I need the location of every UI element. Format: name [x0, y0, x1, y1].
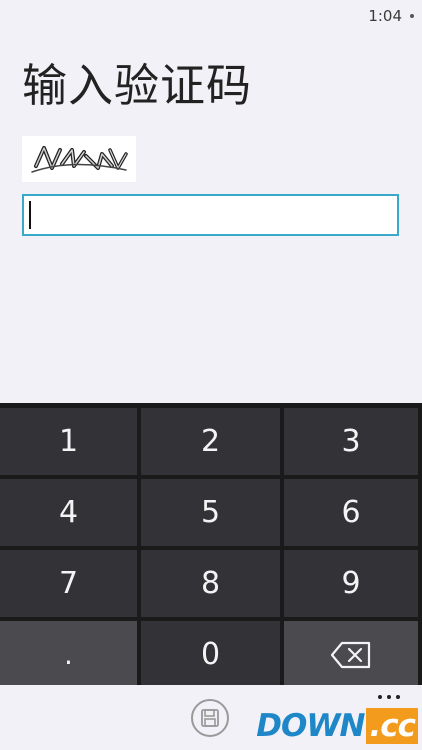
key-8[interactable]: 8: [141, 550, 280, 617]
key-3[interactable]: 3: [284, 408, 418, 475]
more-dot: [378, 695, 382, 699]
key-4[interactable]: 4: [0, 479, 137, 546]
app-bar: DOWN .cc: [0, 685, 422, 750]
key-2[interactable]: 2: [141, 408, 280, 475]
backspace-icon: [330, 641, 371, 668]
verification-code-input[interactable]: [22, 194, 399, 236]
status-bar: 1:04: [0, 0, 422, 30]
status-time: 1:04: [368, 7, 402, 25]
page-title: 输入验证码: [22, 59, 253, 112]
key-6[interactable]: 6: [284, 479, 418, 546]
watermark-main: DOWN: [256, 708, 365, 744]
key-0[interactable]: 0: [141, 621, 280, 688]
save-icon: [201, 709, 219, 727]
key-dot[interactable]: .: [0, 621, 137, 688]
captcha-image[interactable]: [22, 136, 136, 182]
status-dot-icon: [410, 14, 414, 18]
captcha-graphic: [31, 146, 128, 173]
watermark-tld: .cc: [366, 708, 418, 744]
numeric-keypad: 1 2 3 4 5 6 7 8 9 . 0: [0, 403, 422, 688]
text-caret: [29, 201, 31, 229]
key-7[interactable]: 7: [0, 550, 137, 617]
save-button[interactable]: [191, 699, 229, 737]
key-9[interactable]: 9: [284, 550, 418, 617]
more-icon[interactable]: [378, 695, 400, 699]
watermark-logo: DOWN .cc: [256, 708, 418, 744]
key-dot-label: .: [64, 637, 73, 671]
more-dot: [387, 695, 391, 699]
backspace-key[interactable]: [284, 621, 418, 688]
more-dot: [396, 695, 400, 699]
key-5[interactable]: 5: [141, 479, 280, 546]
key-1[interactable]: 1: [0, 408, 137, 475]
